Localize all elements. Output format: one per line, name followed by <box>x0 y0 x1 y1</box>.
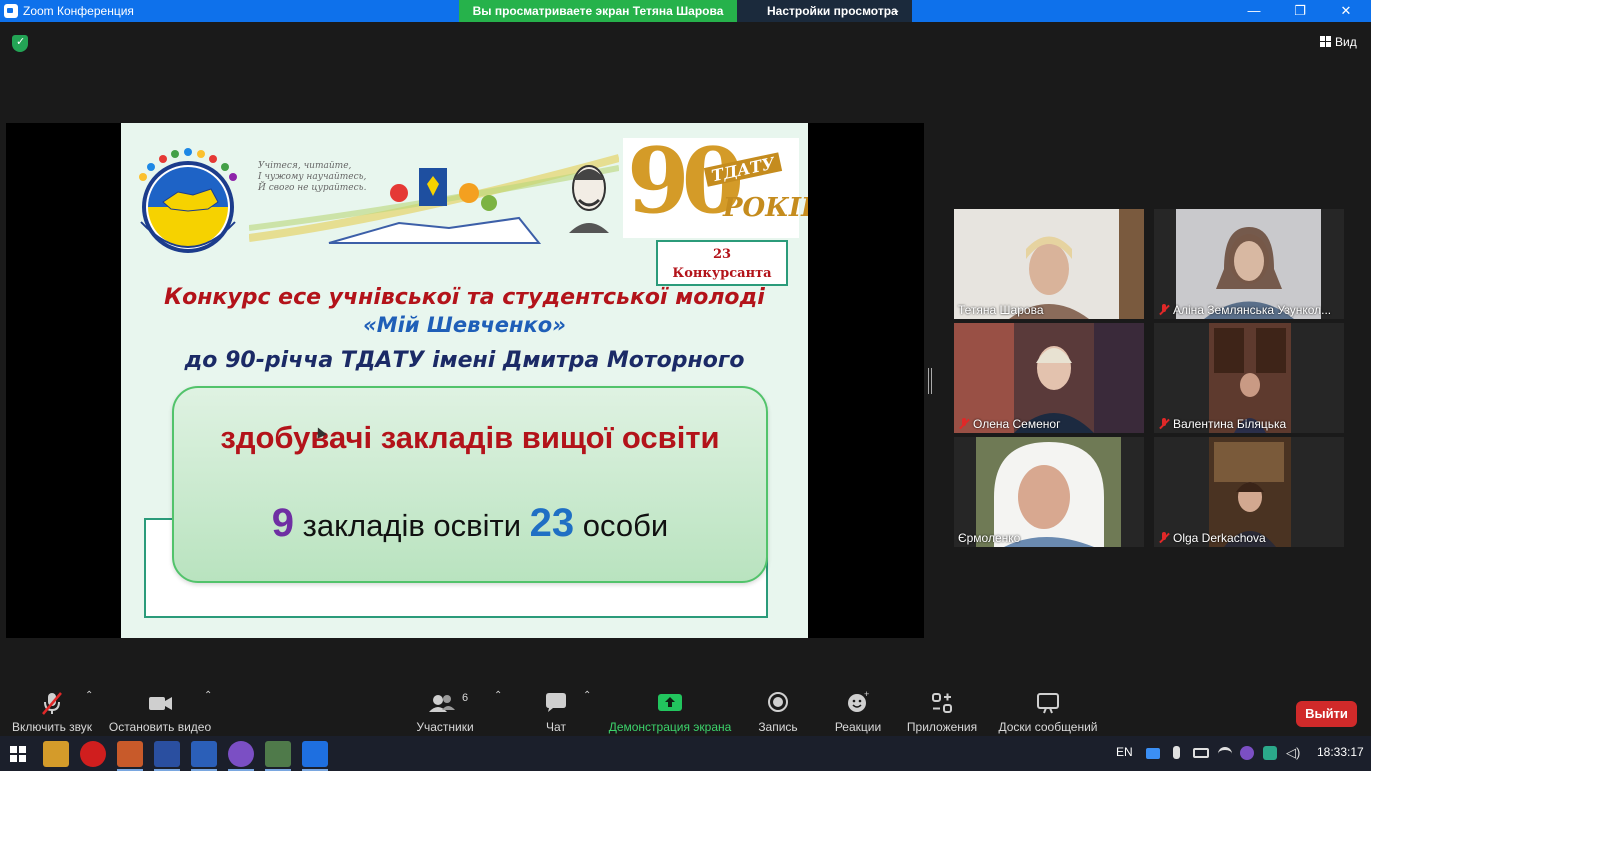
chat-button[interactable]: Чат <box>537 686 575 736</box>
encryption-shield-icon[interactable]: ✓ <box>12 35 28 52</box>
chat-options-caret[interactable]: ⌃ <box>583 690 591 701</box>
record-icon <box>768 692 788 712</box>
volume-icon[interactable]: ◁) <box>1286 746 1300 760</box>
participant-tile[interactable]: Тетяна Шарова <box>954 209 1144 319</box>
participant-name: Валентина Біляцька <box>1173 417 1287 431</box>
innovative-horizons-logo <box>139 148 237 253</box>
zoom-taskbar-icon[interactable] <box>302 741 328 771</box>
muted-microphone-icon <box>42 692 62 715</box>
apps-icon <box>932 693 952 713</box>
restore-button[interactable]: ❐ <box>1277 0 1323 22</box>
close-button[interactable]: ✕ <box>1323 0 1369 22</box>
share-screen-button[interactable]: Демонстрация экрана <box>606 686 734 736</box>
word-icon[interactable] <box>191 741 217 771</box>
grid-icon <box>1320 36 1331 47</box>
category-title: здобувачі закладів вищої освіти <box>220 420 720 455</box>
participant-tile[interactable]: Аліна Землянська Узункол... <box>1154 209 1344 319</box>
participant-name: Єрмоленко <box>958 531 1021 545</box>
meeting-toolbar: Включить звук ⌃ Остановить видео ⌃ 6 Уча… <box>0 686 1371 736</box>
reactions-label: Реакции <box>834 720 882 734</box>
muted-mic-icon <box>1158 418 1170 430</box>
stop-video-button[interactable]: Остановить видео <box>108 686 212 736</box>
participant-tile[interactable]: Olga Derkachova <box>1154 437 1344 547</box>
view-label: Вид <box>1335 35 1357 49</box>
view-options-label: Настройки просмотра <box>767 4 898 18</box>
clock[interactable]: 18:33:17 <box>1317 745 1364 759</box>
video-options-caret[interactable]: ⌃ <box>204 690 212 701</box>
video-camera-icon <box>149 697 172 710</box>
share-screen-label: Демонстрация экрана <box>608 720 732 734</box>
participants-count: 6 <box>462 692 469 704</box>
whiteboards-label: Доски сообщений <box>998 720 1098 734</box>
battery-icon[interactable] <box>1193 748 1209 758</box>
skype-tray-icon[interactable] <box>1263 746 1277 760</box>
slide-headline: Конкурс есе учнівської та студентської м… <box>164 285 765 310</box>
slide-subheadline: «Мій Шевченко» <box>363 313 566 337</box>
slide-dedication: до 90-річча ТДАТУ імені Дмитра Моторного <box>184 348 745 373</box>
view-options-button[interactable]: Настройки просмотра ⌄ <box>737 0 912 22</box>
chat-label: Чат <box>546 720 566 734</box>
opera-icon[interactable] <box>80 741 106 767</box>
minimize-button[interactable]: — <box>1231 0 1277 22</box>
window-title: Zoom Конференция <box>23 4 134 18</box>
unmute-label: Включить звук <box>11 720 93 734</box>
zoom-tray-icon[interactable] <box>1146 748 1160 759</box>
record-label: Запись <box>758 720 798 734</box>
windows-taskbar: EN ◁) 18:33:17 <box>0 736 1371 771</box>
participant-tile[interactable]: Валентина Біляцька <box>1154 323 1344 433</box>
stop-video-label: Остановить видео <box>108 720 212 734</box>
floppy-app-icon[interactable] <box>154 741 180 771</box>
viber-tray-icon[interactable] <box>1240 746 1254 760</box>
participant-name: Олена Семеног <box>973 417 1061 431</box>
participant-tile[interactable]: Олена Семеног <box>954 323 1144 433</box>
wifi-icon[interactable] <box>1218 747 1232 759</box>
category-stats: 9 закладів освіти 23 особи <box>271 501 669 545</box>
apps-button[interactable]: Приложения <box>904 686 980 736</box>
participants-button[interactable]: 6 Участники <box>412 686 478 736</box>
participant-tile[interactable]: Єрмоленко <box>954 437 1144 547</box>
windows-start-icon[interactable] <box>10 746 26 762</box>
participants-icon <box>428 695 455 712</box>
microphone-tray-icon[interactable] <box>1173 746 1180 759</box>
shared-screen: Учітеся, читайте, І чужому научайтесь, Й… <box>6 123 924 638</box>
whiteboards-button[interactable]: Доски сообщений <box>996 686 1100 736</box>
share-screen-icon <box>658 694 682 711</box>
shevchenko-portrait <box>569 165 609 233</box>
participant-name: Тетяна Шарова <box>958 303 1044 317</box>
whiteboard-icon <box>1037 693 1059 714</box>
anniversary-logo: 90 ТДАТУ РОКІВ <box>623 128 808 238</box>
zoom-app-icon <box>4 4 18 18</box>
smiley-icon: + <box>848 690 869 712</box>
input-language[interactable]: EN <box>1116 745 1133 759</box>
reactions-button[interactable]: + Реакции <box>830 686 886 736</box>
viber-icon[interactable] <box>228 741 254 771</box>
powerpoint-icon[interactable] <box>117 741 143 771</box>
muted-mic-icon <box>958 418 970 430</box>
presentation-slide: Учітеся, читайте, І чужому научайтесь, Й… <box>121 123 808 638</box>
apps-label: Приложения <box>906 720 978 734</box>
participants-label: Участники <box>416 720 474 734</box>
view-button[interactable]: Вид <box>1320 35 1357 49</box>
svg-text:+: + <box>864 690 869 699</box>
sharing-banner: Вы просматриваете экран Тетяна Шарова <box>459 0 737 22</box>
participants-options-caret[interactable]: ⌃ <box>494 690 502 701</box>
chat-bubble-icon <box>546 693 566 712</box>
chevron-down-icon: ⌄ <box>892 5 901 16</box>
contestants-badge: 23 Конкурсанта <box>656 240 788 286</box>
muted-mic-icon <box>1158 532 1170 544</box>
muted-mic-icon <box>1158 304 1170 316</box>
zoom-window: Zoom Конференция — ❐ ✕ Вы просматриваете… <box>0 0 1371 771</box>
file-explorer-icon[interactable] <box>43 741 69 767</box>
record-button[interactable]: Запись <box>752 686 804 736</box>
category-box: здобувачі закладів вищої освіти 9 заклад… <box>172 386 768 583</box>
resize-handle[interactable] <box>928 368 932 394</box>
paint-app-icon[interactable] <box>265 741 291 771</box>
leave-meeting-button[interactable]: Выйти <box>1296 701 1357 727</box>
participant-name: Аліна Землянська Узункол... <box>1173 303 1332 317</box>
participant-name: Olga Derkachova <box>1173 531 1266 545</box>
audio-options-caret[interactable]: ⌃ <box>85 690 93 701</box>
